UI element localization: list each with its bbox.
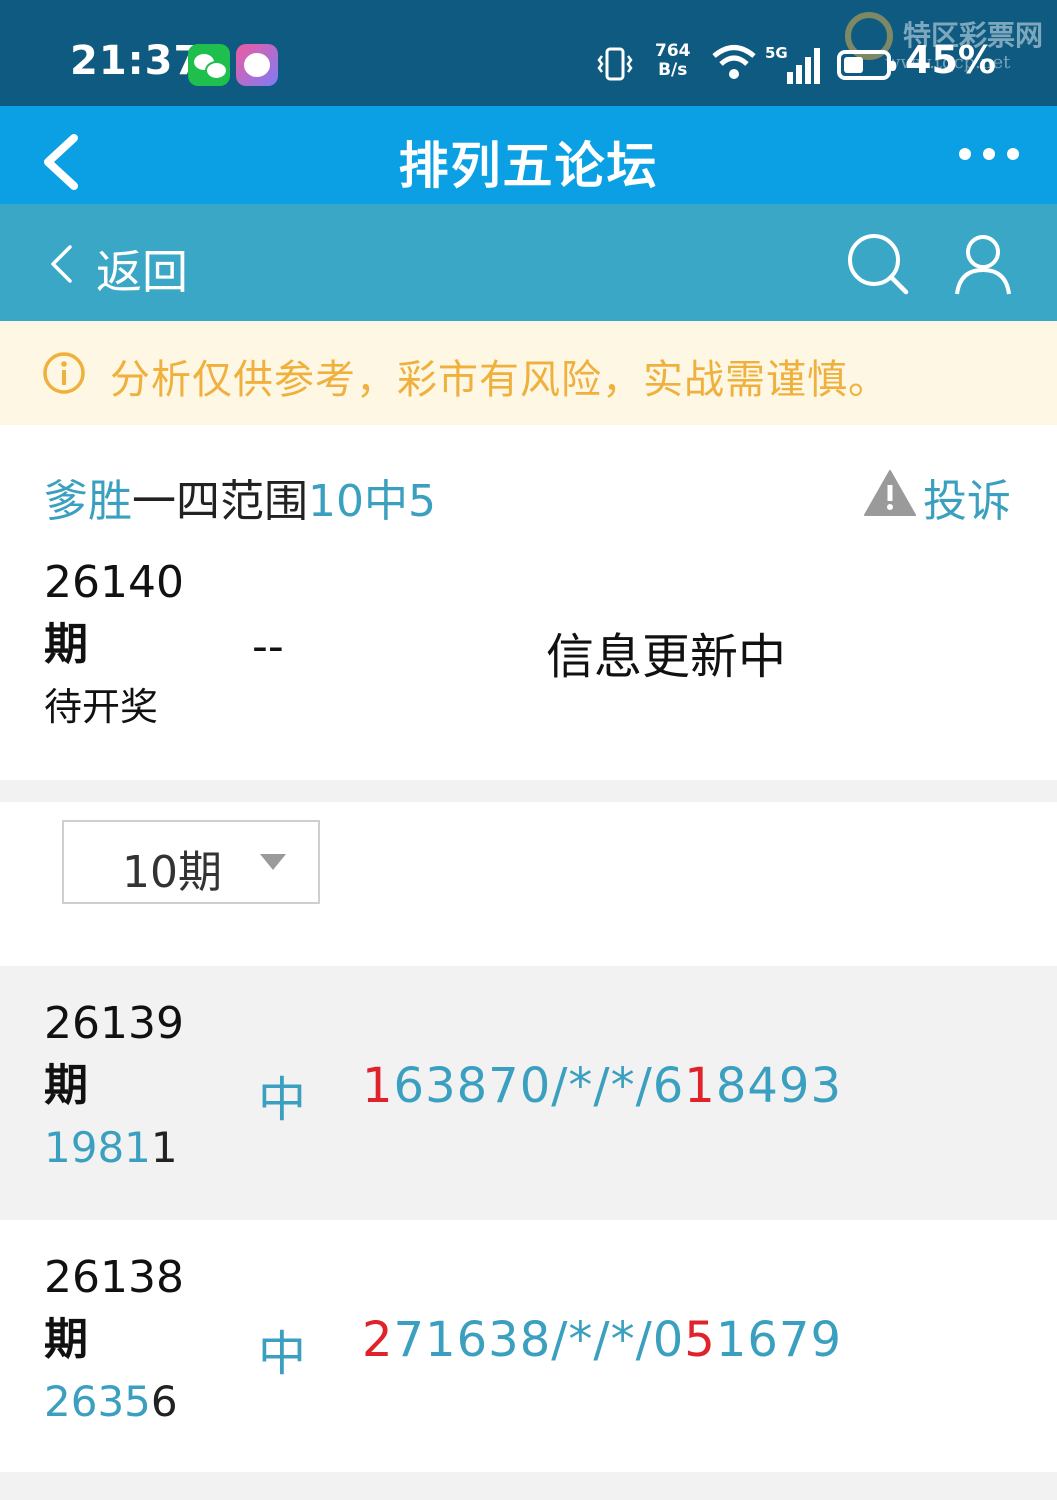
post-header: 爹胜一四范围10中5 投诉 26140 期 待开奖 -- 信息更新中 [0, 425, 1057, 780]
row-period: 26139 期 19811 [44, 994, 184, 1178]
draw-result: 19811 [44, 1118, 184, 1178]
period-number: 26139 [44, 998, 184, 1049]
post-title-main: 一四范围 [132, 476, 308, 527]
net-speed-value: 764 [655, 41, 691, 61]
row-period: 26138 期 26356 [44, 1248, 184, 1432]
pred-text: 1679 [715, 1312, 842, 1368]
section-divider [0, 1472, 1057, 1500]
draw-result: 26356 [44, 1372, 184, 1432]
pred-hit: 1 [684, 1058, 716, 1114]
period-count-select[interactable]: 10期 [62, 820, 320, 904]
wechat-icon [188, 44, 230, 86]
title-bar: 排列五论坛 [0, 106, 1057, 204]
hit-status: 中 [258, 1326, 307, 1382]
warning-icon [864, 470, 916, 516]
user-icon[interactable] [954, 234, 1012, 296]
post-title-tail: 10中5 [308, 476, 436, 527]
more-icon[interactable] [959, 148, 1019, 162]
hit-status: 中 [258, 1072, 307, 1128]
post-author[interactable]: 爹胜 [44, 476, 132, 527]
net-speed-unit: B/s [658, 60, 688, 80]
history-row: 26138 期 26356 中 271638/*/*/051679 [0, 1220, 1057, 1474]
period-suffix: 期 [44, 619, 88, 670]
result-hit-digit: 6 [150, 1377, 178, 1426]
current-period: 26140 期 待开奖 [44, 553, 184, 737]
post-title[interactable]: 爹胜一四范围10中5 [44, 465, 436, 529]
risk-notice: 分析仅供参考，彩市有风险，实战需谨慎。 [0, 321, 1057, 425]
period-suffix: 期 [44, 1314, 88, 1365]
pred-hit: 2 [362, 1312, 394, 1368]
pred-text: 71638/*/*/0 [393, 1312, 685, 1368]
pred-text: 8493 [715, 1058, 842, 1114]
current-info: 信息更新中 [546, 629, 787, 685]
period-suffix: 期 [44, 1060, 88, 1111]
status-time: 21:37 [70, 38, 203, 84]
section-divider [0, 780, 1057, 802]
wifi-icon [712, 45, 756, 79]
app-face-icon [236, 44, 278, 86]
result-prefix: 1981 [44, 1123, 151, 1172]
complain-label: 投诉 [923, 476, 1011, 527]
svg-text:5G: 5G [765, 44, 788, 62]
select-value: 10期 [122, 847, 222, 898]
draw-status: 待开奖 [44, 685, 159, 729]
info-icon [43, 352, 85, 394]
result-hit-digit: 1 [150, 1123, 178, 1172]
search-icon[interactable] [846, 232, 910, 296]
current-result-placeholder: -- [252, 621, 284, 672]
back-label: 返回 [96, 245, 188, 299]
pred-hit: 1 [362, 1058, 394, 1114]
net-speed: 764 B/s [655, 42, 691, 80]
sub-nav: 返回 [0, 204, 1057, 321]
period-number: 26138 [44, 1252, 184, 1303]
pred-hit: 5 [684, 1312, 716, 1368]
signal-icon: 5G [765, 44, 820, 84]
complain-button[interactable]: 投诉 [864, 465, 1011, 527]
prediction: 271638/*/*/051679 [362, 1312, 842, 1368]
back-arrow-icon [51, 245, 72, 283]
result-prefix: 2635 [44, 1377, 151, 1426]
pred-text: 63870/*/*/6 [393, 1058, 685, 1114]
battery-percent: 45% [905, 38, 996, 82]
notice-text: 分析仅供参考，彩市有风险，实战需谨慎。 [110, 357, 889, 403]
prediction: 163870/*/*/618493 [362, 1058, 842, 1114]
history-row: 26139 期 19811 中 163870/*/*/618493 [0, 966, 1057, 1220]
page-title: 排列五论坛 [398, 137, 659, 195]
period-number: 26140 [44, 557, 184, 608]
filter-area: 10期 [0, 802, 1057, 966]
battery-icon [837, 50, 896, 80]
chevron-down-icon [260, 854, 286, 870]
status-bar: 21:37 特区彩票网 www.tqcp.net 764 B/s 5G 45% [0, 0, 1057, 106]
vibrate-icon [597, 47, 633, 81]
